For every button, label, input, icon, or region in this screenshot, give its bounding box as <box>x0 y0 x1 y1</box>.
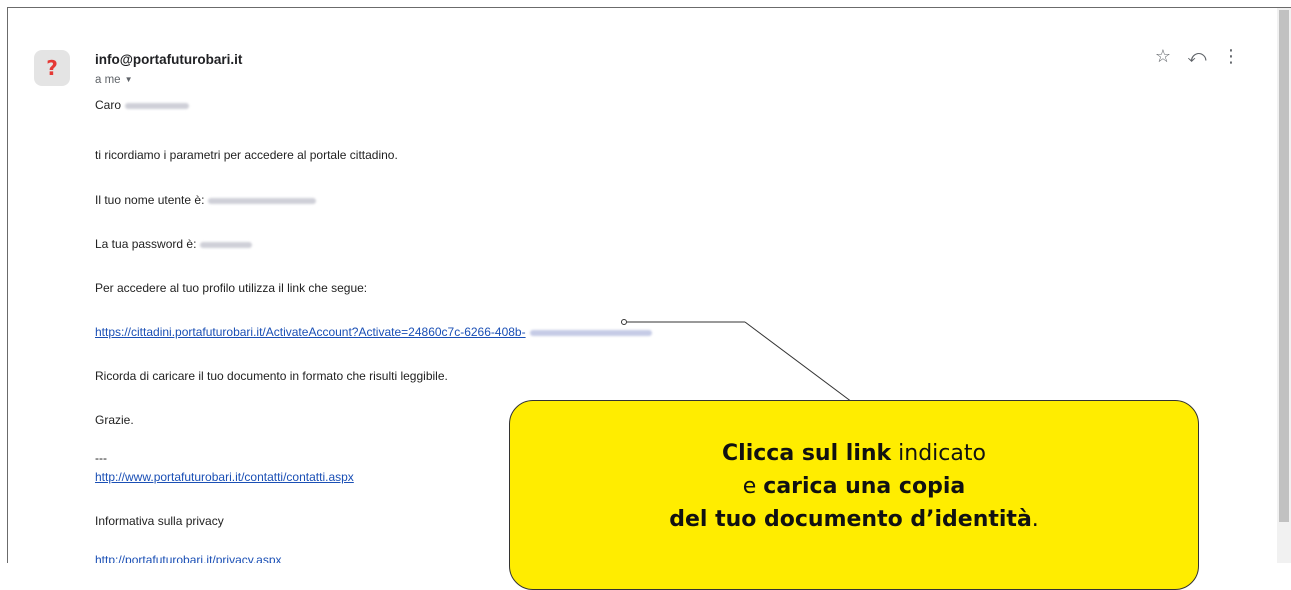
privacy-label: Informativa sulla privacy <box>95 514 224 528</box>
activation-link-line: https://cittadini.portafuturobari.it/Act… <box>95 325 652 339</box>
star-icon[interactable]: ☆ <box>1146 46 1180 67</box>
username-label: Il tuo nome utente è: <box>95 193 205 207</box>
callout-line-1: Clicca sul link indicato <box>510 437 1198 470</box>
callout-and: e <box>742 474 764 499</box>
callout-id-document: del tuo documento d’identità <box>669 507 1032 532</box>
contact-link[interactable]: http://www.portafuturobari.it/contatti/c… <box>95 470 354 484</box>
redacted-password <box>200 241 253 248</box>
instruction-callout: Clicca sul link indicato e carica una co… <box>509 400 1199 590</box>
recipient-label: a me <box>95 74 121 86</box>
password-line: La tua password è: <box>95 237 253 251</box>
profile-line: Per accedere al tuo profilo utilizza il … <box>95 281 368 295</box>
sender-address[interactable]: info@portafuturobari.it <box>95 52 242 67</box>
username-line: Il tuo nome utente è: <box>95 193 317 207</box>
privacy-link-line: http://portafuturobari.it/privacy.aspx <box>95 553 282 563</box>
thanks-line: Grazie. <box>95 413 134 427</box>
callout-indicated: indicato <box>891 441 986 466</box>
contact-link-line: http://www.portafuturobari.it/contatti/c… <box>95 470 354 484</box>
scrollbar-thumb[interactable] <box>1279 10 1289 522</box>
document-reminder-line: Ricorda di caricare il tuo documento in … <box>95 369 448 383</box>
sender-avatar: ? <box>34 50 70 86</box>
more-options-icon[interactable]: ⋮ <box>1214 46 1248 67</box>
callout-period: . <box>1031 507 1039 532</box>
redacted-link-token <box>529 329 652 336</box>
password-label: La tua password è: <box>95 237 197 251</box>
question-mark-icon: ? <box>46 56 58 80</box>
greeting-text: Caro <box>95 98 122 112</box>
privacy-link[interactable]: http://portafuturobari.it/privacy.aspx <box>95 553 282 563</box>
redacted-username <box>208 197 317 204</box>
signature-separator: --- <box>95 451 107 465</box>
greeting-line: Caro <box>95 98 190 112</box>
callout-line-2: e carica una copia <box>510 470 1198 503</box>
callout-line-3: del tuo documento d’identità. <box>510 503 1198 536</box>
activation-link[interactable]: https://cittadini.portafuturobari.it/Act… <box>95 325 526 339</box>
recipient-toggle[interactable]: a me ▼ <box>95 74 133 86</box>
scrollbar[interactable] <box>1277 8 1291 563</box>
callout-click-link: Clicca sul link <box>722 441 892 466</box>
reply-icon[interactable]: ⤺ <box>1180 46 1214 67</box>
reminder-line: ti ricordiamo i parametri per accedere a… <box>95 148 398 162</box>
callout-upload-copy: carica una copia <box>763 474 966 499</box>
message-actions: ☆ ⤺ ⋮ <box>1146 46 1248 67</box>
redacted-name <box>125 102 190 109</box>
chevron-down-icon: ▼ <box>124 75 133 84</box>
